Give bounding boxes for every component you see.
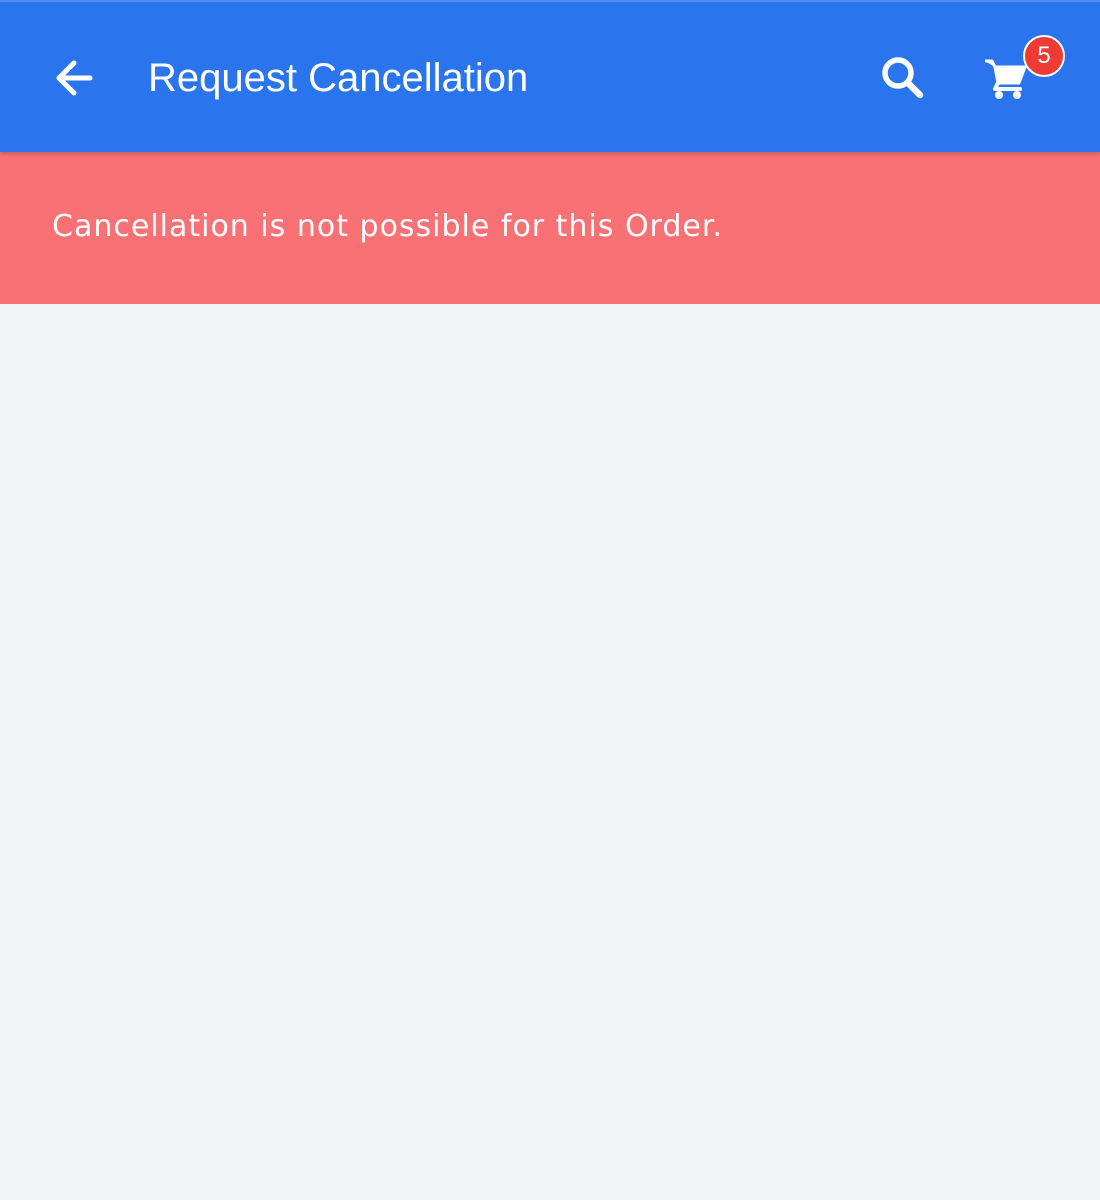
error-message: Cancellation is not possible for this Or… xyxy=(52,209,723,244)
arrow-left-icon xyxy=(56,60,93,96)
back-button[interactable] xyxy=(40,44,108,112)
app-bar: Request Cancellation 5 xyxy=(0,0,1100,152)
page-title: Request Cancellation xyxy=(148,56,529,100)
search-icon xyxy=(882,57,924,99)
search-button[interactable] xyxy=(868,44,938,112)
cart-count-badge: 5 xyxy=(1023,35,1065,77)
content-area xyxy=(0,304,1100,1200)
app-bar-top-edge xyxy=(0,0,1100,2)
